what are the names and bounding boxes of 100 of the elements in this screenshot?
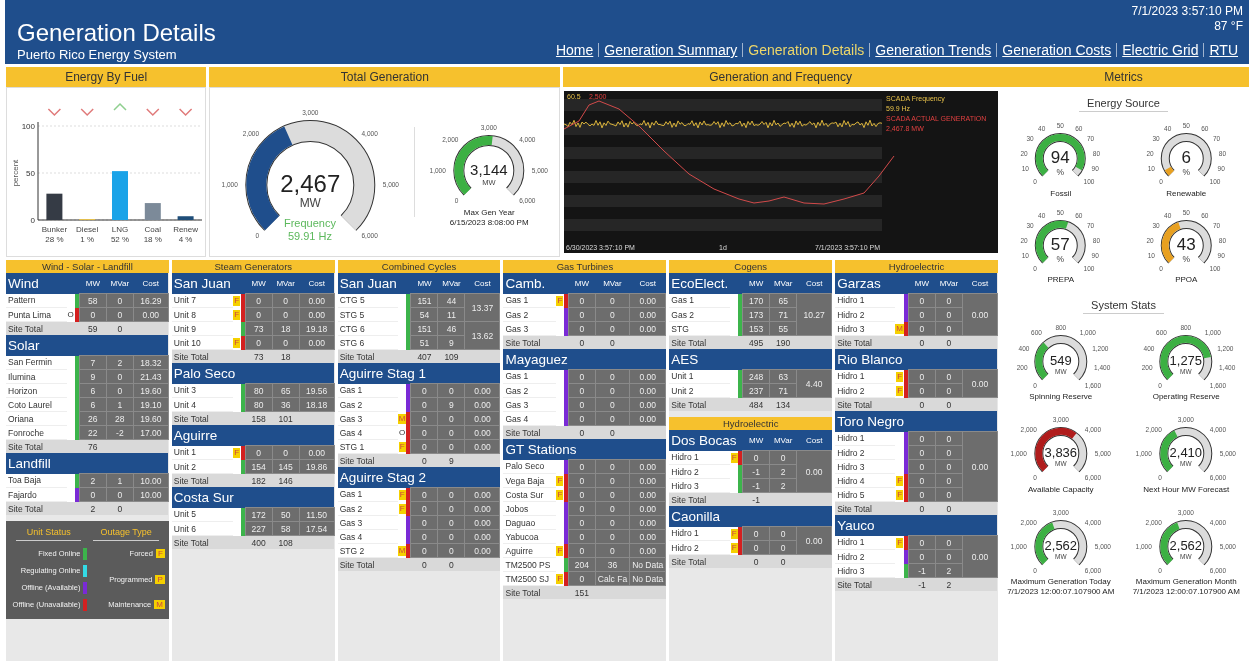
nav-link[interactable]: Generation Details <box>742 43 870 57</box>
cost-cell: 13.37 <box>465 293 500 322</box>
site-title: Aguirre Stag 1 <box>337 363 500 384</box>
column-header: MVar <box>769 273 797 294</box>
site-title: San Juan <box>337 273 411 294</box>
site-title: San Juan <box>171 273 246 294</box>
mw-cell: 0 <box>245 293 273 308</box>
nav-link[interactable]: RTU <box>1203 43 1243 57</box>
nav-link[interactable]: Generation Costs <box>996 43 1117 57</box>
cost-cell: 10.27 <box>796 293 832 336</box>
cost-cell: 0.00 <box>629 293 666 308</box>
outage-flag: P <box>155 574 165 584</box>
total-mw: 76 <box>88 441 98 452</box>
gauge-value: 2,562 <box>1044 538 1077 553</box>
total-mvar: 18 <box>280 351 291 362</box>
outage-flag: F <box>233 338 241 348</box>
section-heading: System Stats <box>1083 299 1164 315</box>
gauge-value: 94 <box>1051 148 1071 168</box>
gauge-label: Operating Reserve <box>1152 392 1220 403</box>
site-title: Palo Seco <box>171 363 335 384</box>
nav-link[interactable]: Generation Trends <box>869 43 997 57</box>
column-header: MW <box>79 273 107 294</box>
total-mvar: 134 <box>776 399 791 410</box>
total-mvar: 0 <box>610 337 615 348</box>
mvar-cell: 65 <box>769 293 797 308</box>
total-mw: 151 <box>574 587 589 598</box>
section-title: Generation and Frequency <box>563 67 998 87</box>
mw-cell: 7 <box>79 355 107 370</box>
column-header: Cost <box>465 273 500 294</box>
category-label: Diesel <box>75 225 98 234</box>
mvar-cell: 0 <box>438 383 465 398</box>
mvar-cell: 1 <box>106 473 134 488</box>
total-mvar: 108 <box>278 537 293 548</box>
outage-flag: F <box>398 490 406 500</box>
site-title: Toro Negro <box>835 411 998 432</box>
outage-flag: F <box>730 529 738 539</box>
outage-flag: F <box>896 372 904 382</box>
total-mw: -1 <box>752 494 760 505</box>
cost-cell: 0.00 <box>962 535 998 578</box>
cost-cell: 0.00 <box>299 445 335 460</box>
mw-cell: 80 <box>245 383 273 398</box>
total-mw: 182 <box>251 475 266 486</box>
gauge-label: Available Capacity <box>1027 484 1094 495</box>
total-mvar: 0 <box>780 556 786 567</box>
site-title: Aguirre <box>171 425 335 446</box>
outage-flag: M <box>397 414 407 424</box>
gauge-value: 6 <box>1181 148 1191 168</box>
column-header: MW <box>742 430 770 451</box>
total-mvar: 0 <box>946 337 952 348</box>
status-letter: O <box>66 310 75 320</box>
outage-flag: F <box>155 549 165 558</box>
gauge-unit: % <box>1056 253 1065 264</box>
column-header: Cost <box>796 273 832 294</box>
mvar-cell: 0 <box>595 459 630 474</box>
status-letter: O <box>398 428 407 438</box>
mw-cell: 0 <box>908 431 936 446</box>
mw-cell: 0 <box>908 369 936 384</box>
gauge-label: Maximum Generation Month <box>1135 577 1237 587</box>
mvar-cell: 0 <box>595 293 630 308</box>
cost-cell: 10.00 <box>133 473 169 488</box>
outage-flag: F <box>556 574 564 584</box>
site-title: Caonilla <box>669 506 832 527</box>
mw-cell: 0 <box>568 293 596 308</box>
mvar-cell: 0 <box>769 450 797 465</box>
mvar-cell: 50 <box>272 507 300 522</box>
section-title: Metrics <box>998 67 1249 87</box>
section-title: Total Generation <box>209 67 561 87</box>
nav-link[interactable]: Home <box>550 43 599 57</box>
panel-title: Gas Turbines <box>503 260 667 273</box>
column-header: Cost <box>133 273 169 294</box>
mw-cell: 0 <box>742 526 770 541</box>
cost-cell: 0.00 <box>629 369 666 384</box>
outage-flag: F <box>556 490 564 500</box>
section-title: Energy By Fuel <box>6 67 207 87</box>
cost-cell: 0.00 <box>465 487 500 502</box>
gauge-label: PPOA <box>1175 275 1198 286</box>
total-mvar: 9 <box>449 455 454 466</box>
mvar-cell: 0 <box>935 369 963 384</box>
date-time: 7/1/2023 3:57:10 PM <box>1131 4 1243 19</box>
outage-flag: M <box>397 546 407 556</box>
mw-cell: 0 <box>568 459 596 474</box>
mvar-cell: 0 <box>438 487 465 502</box>
nav-link[interactable]: Electric Grid <box>1116 43 1204 57</box>
total-mvar: 0 <box>946 503 952 514</box>
panel-title: Steam Generators <box>171 260 335 273</box>
site-title: Landfill <box>6 453 169 474</box>
outage-flag: F <box>233 310 241 320</box>
outage-flag: F <box>556 296 564 306</box>
cost-cell: 0.00 <box>962 293 998 336</box>
column-header: MW <box>568 273 596 294</box>
outage-flag: F <box>556 476 564 486</box>
nav-link[interactable]: Generation Summary <box>598 43 743 57</box>
site-title: Solar <box>6 335 169 356</box>
gauge-unit: % <box>1056 166 1065 177</box>
column-header: MW <box>742 273 770 294</box>
total-mw: 2 <box>90 503 96 514</box>
value-label: 28 % <box>44 235 64 244</box>
column-header: Cost <box>962 273 998 294</box>
panel-title: Cogens <box>669 260 833 273</box>
gauge-date: 7/1/2023 12:00:07.107900 AM <box>1132 587 1240 597</box>
